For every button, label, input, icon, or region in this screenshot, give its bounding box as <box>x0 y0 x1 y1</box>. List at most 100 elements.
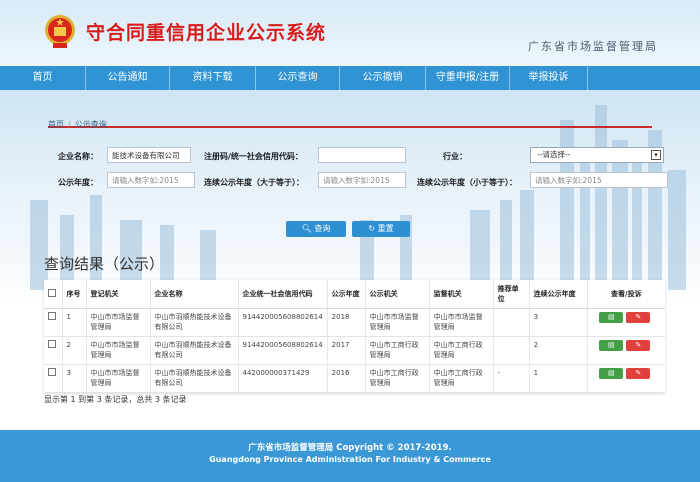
complaint-button[interactable]: ✎ <box>626 340 651 351</box>
select-all-checkbox[interactable] <box>48 289 56 297</box>
table-row: 2 中山市市场监督管理局 中山市羽顺热能技术设备有限公司 91442000560… <box>44 336 665 365</box>
continuous-years: 2 <box>529 336 588 365</box>
select-all-header <box>44 280 63 309</box>
column-header: 序号 <box>62 280 87 309</box>
column-header: 公示机关 <box>365 280 430 309</box>
company-name-label: 企业名称： <box>58 152 98 161</box>
search-button-label: 查询 <box>314 224 331 233</box>
row-checkbox[interactable] <box>48 340 56 348</box>
table-row: 1 中山市市场监督管理局 中山市羽顺热能技术设备有限公司 91442000560… <box>44 308 665 337</box>
company-name: 中山市羽顺热能技术设备有限公司 <box>150 308 239 337</box>
credit-code: 914420005608802614 <box>238 336 328 365</box>
nav-item[interactable]: 守重申报/注册 <box>426 66 510 90</box>
row-number: 1 <box>62 308 87 337</box>
publish-authority: 中山市工商行政管理局 <box>365 336 430 365</box>
file-icon: ▤ <box>608 313 615 321</box>
year-input[interactable] <box>107 172 195 188</box>
publish-year: 2018 <box>327 308 366 337</box>
industry-select[interactable]: --请选择-- ▾ <box>530 147 664 163</box>
row-select-cell <box>44 308 63 337</box>
column-header: 登记机关 <box>86 280 151 309</box>
breadcrumb-home-link[interactable]: 首页 <box>48 120 64 129</box>
actions-cell: ▤ ✎ <box>587 308 665 337</box>
recommending-unit <box>493 308 530 337</box>
nav-item[interactable]: 资料下载 <box>170 66 256 90</box>
nav-item[interactable]: 公告通知 <box>86 66 170 90</box>
supervisory-authority: 中山市工商行政管理局 <box>429 364 494 393</box>
nav-item[interactable]: 公示查询 <box>256 66 340 90</box>
breadcrumb-separator: / <box>68 120 71 129</box>
publish-authority: 中山市市场监督管理局 <box>365 308 430 337</box>
cont-year-le-input[interactable] <box>530 172 668 188</box>
column-header: 监督机关 <box>429 280 494 309</box>
search-button[interactable]: 🔍︎ 查询 <box>286 221 346 237</box>
industry-label: 行业： <box>443 152 467 161</box>
row-number: 3 <box>62 364 87 393</box>
row-checkbox[interactable] <box>48 368 56 376</box>
continuous-years: 1 <box>529 364 588 393</box>
column-header: 推荐单位 <box>493 280 530 309</box>
actions-cell: ▤ ✎ <box>587 336 665 365</box>
reset-button[interactable]: ↻ 重置 <box>352 221 410 237</box>
cont-year-ge-input[interactable] <box>318 172 406 188</box>
file-icon: ▤ <box>608 341 615 349</box>
column-header: 企业统一社会信用代码 <box>238 280 328 309</box>
site-title: 守合同重信用企业公示系统 <box>86 22 327 44</box>
row-number: 2 <box>62 336 87 365</box>
row-checkbox[interactable] <box>48 312 56 320</box>
org-name: 广东省市场监督管理局 <box>528 40 658 53</box>
registration-authority: 中山市市场监督管理局 <box>86 308 151 337</box>
supervisory-authority: 中山市市场监督管理局 <box>429 308 494 337</box>
breadcrumb: 首页 / 公示查询 <box>48 112 652 129</box>
publish-year: 2017 <box>327 336 366 365</box>
footer-copyright: 广东省市场监督管理局 Copyright © 2017-2019. <box>248 443 452 453</box>
search-icon: 🔍︎ <box>301 224 312 233</box>
credit-code-input[interactable] <box>318 147 406 163</box>
company-name-input[interactable] <box>107 147 191 163</box>
view-button[interactable]: ▤ <box>599 368 624 379</box>
pagination-summary: 显示第 1 到第 3 条记录，总共 3 条记录 <box>44 395 187 404</box>
nav-item[interactable]: 举报投诉 <box>510 66 588 90</box>
results-table: 序号 登记机关 企业名称 企业统一社会信用代码 公示年度 公示机关 监督机关 推… <box>44 280 665 393</box>
site-footer: 广东省市场监督管理局 Copyright © 2017-2019. Guangd… <box>0 430 700 482</box>
supervisory-authority: 中山市工商行政管理局 <box>429 336 494 365</box>
footer-org-english: Guangdong Province Administration For In… <box>209 455 491 464</box>
actions-cell: ▤ ✎ <box>587 364 665 393</box>
publish-authority: 中山市工商行政管理局 <box>365 364 430 393</box>
registration-authority: 中山市市场监督管理局 <box>86 364 151 393</box>
recommending-unit <box>493 336 530 365</box>
credit-code-label: 注册码/统一社会信用代码： <box>204 152 303 161</box>
national-emblem-icon <box>45 15 75 48</box>
cont-year-le-label: 连续公示年度（小于等于）： <box>417 178 517 187</box>
column-header: 连续公示年度 <box>529 280 588 309</box>
table-row: 3 中山市市场监督管理局 中山市羽顺热能技术设备有限公司 44200000037… <box>44 364 665 393</box>
company-name: 中山市羽顺热能技术设备有限公司 <box>150 364 239 393</box>
company-name: 中山市羽顺热能技术设备有限公司 <box>150 336 239 365</box>
continuous-years: 3 <box>529 308 588 337</box>
column-header: 公示年度 <box>327 280 366 309</box>
site-header: 守合同重信用企业公示系统 广东省市场监督管理局 <box>0 0 700 66</box>
reset-button-label: 重置 <box>377 224 394 233</box>
column-header: 企业名称 <box>150 280 239 309</box>
complaint-button[interactable]: ✎ <box>626 368 651 379</box>
industry-select-value: --请选择-- <box>537 150 571 159</box>
row-select-cell <box>44 364 63 393</box>
row-select-cell <box>44 336 63 365</box>
recommending-unit: - <box>493 364 530 393</box>
year-label: 公示年度： <box>58 178 98 187</box>
nav-item[interactable]: 公示撤销 <box>340 66 426 90</box>
nav-item[interactable]: 首页 <box>0 66 86 90</box>
chevron-down-icon: ▾ <box>651 150 661 160</box>
complaint-button[interactable]: ✎ <box>626 312 651 323</box>
cont-year-ge-label: 连续公示年度（大于等于）： <box>204 178 304 187</box>
registration-authority: 中山市市场监督管理局 <box>86 336 151 365</box>
table-header-row: 序号 登记机关 企业名称 企业统一社会信用代码 公示年度 公示机关 监督机关 推… <box>44 280 665 309</box>
credit-code: 914420005608802614 <box>238 308 328 337</box>
view-button[interactable]: ▤ <box>599 312 624 323</box>
edit-icon: ✎ <box>635 341 642 349</box>
edit-icon: ✎ <box>635 369 642 377</box>
credit-code: 442000000371429 <box>238 364 328 393</box>
file-icon: ▤ <box>608 369 615 377</box>
view-button[interactable]: ▤ <box>599 340 624 351</box>
column-header: 查看/投诉 <box>587 280 665 309</box>
